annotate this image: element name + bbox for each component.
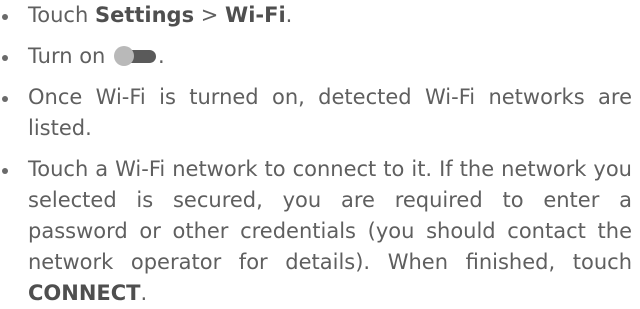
bullet-icon — [2, 14, 8, 20]
step-4-text: Touch a Wi-Fi network to connect to it. … — [28, 154, 632, 309]
step-2-prefix: Turn on — [28, 44, 113, 68]
step-2-text: Turn on . — [28, 41, 632, 72]
step-3-text: Once Wi-Fi is turned on, detected Wi-Fi … — [28, 85, 632, 140]
step-1-period: . — [285, 3, 293, 27]
step-1-separator: > — [194, 3, 226, 27]
settings-label: Settings — [94, 3, 195, 27]
step-2-period: . — [158, 44, 165, 68]
switch-off-icon — [114, 46, 158, 66]
switch-knob — [114, 46, 135, 66]
step-1-text: Touch Settings > Wi-Fi. — [28, 0, 632, 31]
connect-label: CONNECT — [28, 281, 141, 305]
step-4-body: Touch a Wi-Fi network to connect to it. … — [28, 157, 632, 274]
bullet-icon — [2, 55, 8, 61]
step-4-period: . — [140, 281, 148, 305]
step-1-prefix: Touch — [28, 3, 95, 27]
instruction-list: Touch Settings > Wi-Fi. Turn on . Once W… — [0, 0, 640, 309]
bullet-icon — [2, 168, 8, 174]
bullet-icon — [2, 96, 8, 102]
wifi-label: Wi-Fi — [225, 3, 286, 27]
